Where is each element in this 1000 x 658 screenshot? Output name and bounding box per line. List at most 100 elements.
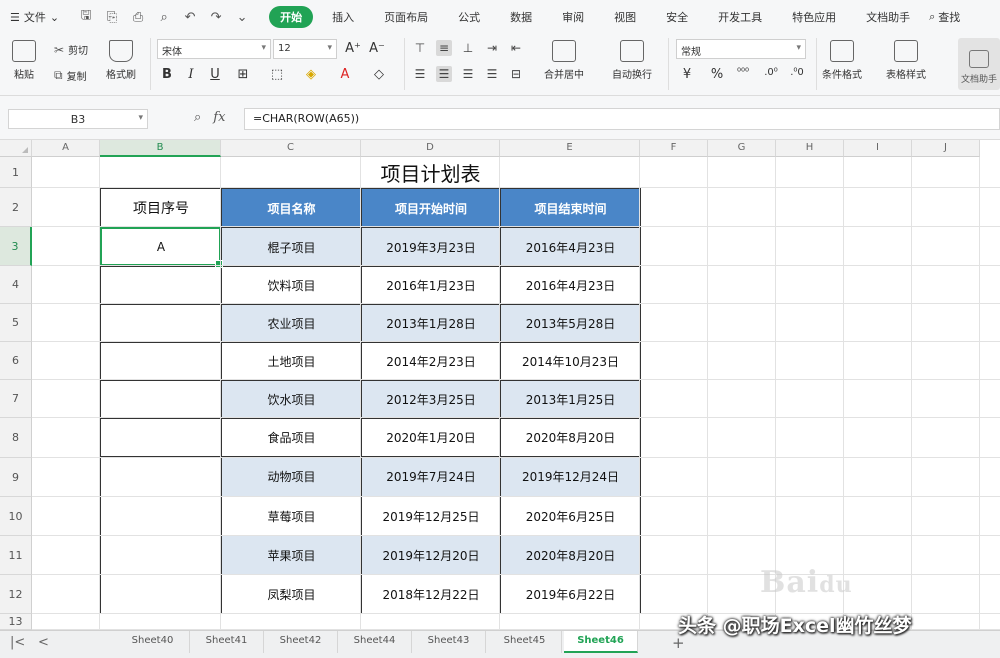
border-button[interactable]: ⊞: [234, 67, 252, 82]
column-title[interactable]: 项目开始时间: [361, 188, 501, 228]
tab-7[interactable]: 安全: [655, 6, 699, 28]
tab-4[interactable]: 数据: [499, 6, 543, 28]
table-cell[interactable]: 2019年12月24日: [500, 456, 641, 497]
font-size-select[interactable]: 12 ▾: [273, 39, 337, 59]
row-header[interactable]: 10: [0, 497, 32, 536]
row-header[interactable]: 13: [0, 614, 32, 630]
wrap-text-button[interactable]: 自动换行: [612, 40, 652, 81]
print-icon[interactable]: ⎙: [129, 10, 147, 25]
table-cell[interactable]: 2020年8月20日: [500, 418, 641, 457]
column-header[interactable]: F: [640, 140, 708, 157]
table-cell[interactable]: 2014年10月23日: [500, 342, 641, 381]
clear-format-button[interactable]: ◇: [370, 67, 388, 82]
column-header[interactable]: A: [32, 140, 100, 157]
row-header[interactable]: 4: [0, 266, 32, 304]
more-icon[interactable]: ⌄: [233, 10, 251, 25]
tab-10[interactable]: 文档助手: [855, 6, 921, 28]
font-color-button[interactable]: A: [336, 67, 354, 82]
decrease-decimal-button[interactable]: .⁰0: [788, 67, 806, 78]
table-cell[interactable]: 2019年3月23日: [361, 227, 501, 267]
table-cell[interactable]: 草莓项目: [221, 496, 362, 536]
tab-9[interactable]: 特色应用: [781, 6, 847, 28]
table-cell[interactable]: [100, 304, 222, 343]
column-header[interactable]: H: [776, 140, 844, 157]
table-style-button[interactable]: 表格样式: [886, 40, 926, 81]
spreadsheet-grid[interactable]: 项目计划表 项目序号 项目名称 项目开始时间 项目结束时间 A 棍子项目 2019年3月23…: [0, 140, 1000, 630]
row-header[interactable]: 8: [0, 418, 32, 458]
sheet-title[interactable]: 项目计划表: [221, 157, 640, 190]
table-cell[interactable]: [100, 496, 222, 536]
thousands-button[interactable]: ⁰⁰⁰: [734, 67, 752, 78]
paste-button[interactable]: 粘贴: [12, 40, 36, 81]
table-cell[interactable]: [100, 535, 222, 575]
number-format-select[interactable]: 常规 ▾: [676, 39, 806, 59]
doc-helper-button[interactable]: 文档助手: [958, 38, 1000, 90]
table-cell[interactable]: 2019年12月20日: [361, 535, 501, 575]
column-header[interactable]: I: [844, 140, 912, 157]
table-cell[interactable]: [100, 342, 222, 381]
table-cell[interactable]: 动物项目: [221, 456, 362, 497]
sheet-tab[interactable]: Sheet43: [412, 631, 486, 653]
row-header[interactable]: 2: [0, 188, 32, 227]
table-cell[interactable]: 2016年4月23日: [500, 266, 641, 305]
conditional-format-button[interactable]: 条件格式: [822, 40, 862, 81]
table-cell[interactable]: A: [100, 227, 222, 267]
indent-icon[interactable]: ⇤: [508, 40, 524, 56]
currency-button[interactable]: ¥: [678, 67, 696, 82]
table-cell[interactable]: 饮水项目: [221, 380, 362, 419]
select-all-corner[interactable]: [0, 140, 32, 157]
font-name-select[interactable]: 宋体 ▾: [157, 39, 271, 59]
sheet-tab[interactable]: Sheet41: [190, 631, 264, 653]
table-cell[interactable]: 2013年1月25日: [500, 380, 641, 419]
fill-color-button[interactable]: ◈: [302, 67, 320, 82]
justify-icon[interactable]: ☰: [484, 66, 500, 82]
name-box[interactable]: B3 ▾: [8, 109, 148, 129]
redo-icon[interactable]: ↷: [207, 10, 225, 25]
table-cell[interactable]: 2013年5月28日: [500, 304, 641, 343]
table-cell[interactable]: 2012年3月25日: [361, 380, 501, 419]
table-cell[interactable]: [100, 266, 222, 305]
table-cell[interactable]: 2019年7月24日: [361, 456, 501, 497]
table-cell[interactable]: 2016年1月23日: [361, 266, 501, 305]
table-cell[interactable]: 农业项目: [221, 304, 362, 343]
fill-style-button[interactable]: ⬚: [268, 67, 286, 82]
table-cell[interactable]: [100, 380, 222, 419]
table-cell[interactable]: 2019年6月22日: [500, 574, 641, 614]
sheet-tab[interactable]: Sheet45: [488, 631, 562, 653]
column-header[interactable]: G: [708, 140, 776, 157]
column-header[interactable]: C: [221, 140, 361, 157]
undo-icon[interactable]: ↶: [181, 10, 199, 25]
table-cell[interactable]: 2013年1月28日: [361, 304, 501, 343]
column-title[interactable]: 项目名称: [221, 188, 362, 228]
align-middle-icon[interactable]: ≡: [436, 40, 452, 56]
sheet-tab[interactable]: Sheet46: [564, 631, 638, 653]
table-cell[interactable]: [100, 456, 222, 497]
align-center-icon[interactable]: ☰: [436, 66, 452, 82]
column-header[interactable]: J: [912, 140, 980, 157]
column-title[interactable]: 项目序号: [100, 188, 222, 228]
row-header[interactable]: 1: [0, 157, 32, 188]
increase-decimal-button[interactable]: .0⁰: [762, 67, 780, 78]
table-cell[interactable]: 饮料项目: [221, 266, 362, 305]
align-right-icon[interactable]: ☰: [460, 66, 476, 82]
align-bottom-icon[interactable]: ⊥: [460, 40, 476, 56]
increase-font-button[interactable]: A⁺: [344, 41, 362, 56]
row-header[interactable]: 12: [0, 575, 32, 614]
column-title[interactable]: 项目结束时间: [500, 188, 641, 228]
table-cell[interactable]: 2019年12月25日: [361, 496, 501, 536]
table-cell[interactable]: 2016年4月23日: [500, 227, 641, 267]
table-cell[interactable]: 2020年8月20日: [500, 535, 641, 575]
sheet-tab[interactable]: Sheet40: [116, 631, 190, 653]
format-painter-button[interactable]: 格式刷: [106, 40, 136, 81]
align-top-icon[interactable]: ⊤: [412, 40, 428, 56]
table-cell[interactable]: 土地项目: [221, 342, 362, 381]
preview-icon[interactable]: ⌕: [155, 10, 173, 25]
file-menu[interactable]: ☰ 文件 ⌄: [10, 9, 59, 25]
table-cell[interactable]: [100, 418, 222, 457]
table-cell[interactable]: [100, 574, 222, 614]
sheet-tab[interactable]: Sheet44: [338, 631, 412, 653]
italic-button[interactable]: I: [182, 67, 200, 82]
row-header[interactable]: 6: [0, 342, 32, 380]
orientation-icon[interactable]: ⇥: [484, 40, 500, 56]
table-cell[interactable]: 凤梨项目: [221, 574, 362, 614]
